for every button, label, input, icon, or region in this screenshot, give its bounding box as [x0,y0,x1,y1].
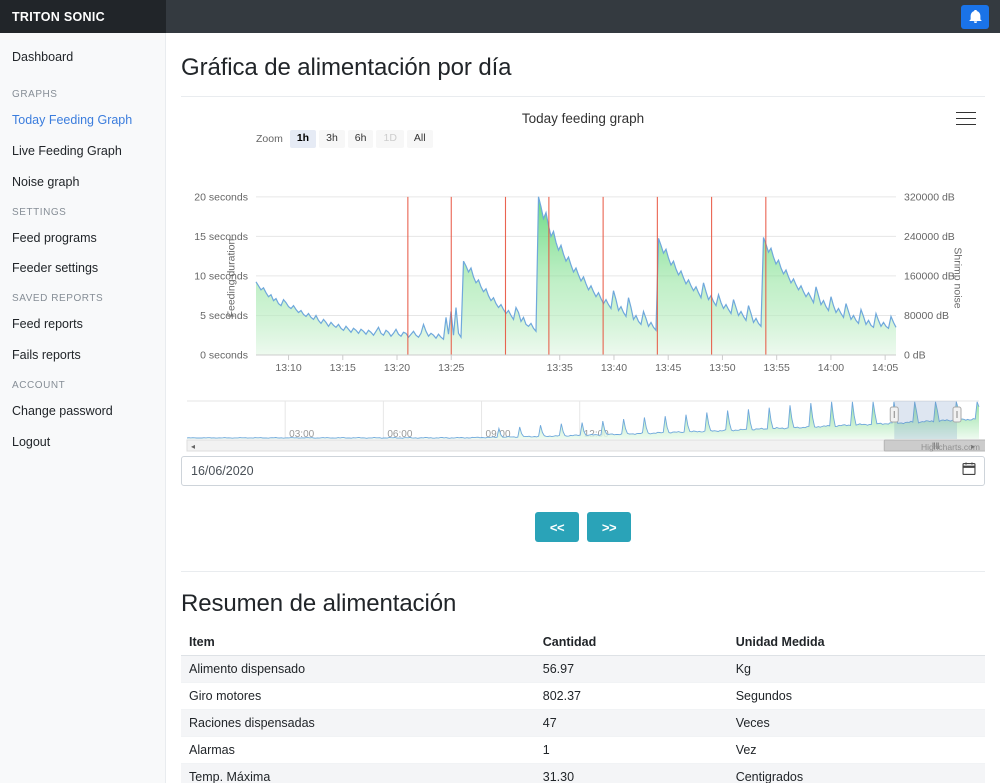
sidebar-item-noise-graph[interactable]: Noise graph [0,167,165,198]
cell-item: Alimento dispensado [181,655,535,683]
column-header-cantidad: Cantidad [534,629,728,656]
table-row: Alarmas 1 Vez [181,736,985,764]
navigator-svg: 03:0006:0009:0012:00‖‖◂▸ [186,400,985,452]
svg-text:15 seconds: 15 seconds [194,231,248,243]
zoom-button-1h[interactable]: 1h [289,130,317,148]
chart-plot-area[interactable]: Feeding duration Shrimp noise 13:10 13:15… [181,159,985,397]
cell-unidad: Segundos [727,682,985,710]
calendar-icon[interactable] [962,462,976,481]
sidebar-item-logout[interactable]: Logout [0,427,165,458]
bell-icon [968,10,982,23]
cell-item: Raciones dispensadas [181,709,535,737]
svg-text:13:40: 13:40 [601,362,627,374]
table-body: Alimento dispensado 56.97 Kg Giro motores 80… [181,655,985,783]
cell-cantidad: 1 [534,736,728,764]
sidebar-item-today-feeding-graph[interactable]: Today Feeding Graph [0,105,165,136]
sidebar-item-dashboard[interactable]: Dashboard [0,42,165,73]
svg-text:13:45: 13:45 [655,362,681,374]
svg-text:5 seconds: 5 seconds [200,310,248,322]
svg-text:13:15: 13:15 [330,362,356,374]
table-head: Item Cantidad Unidad Medida [181,629,985,656]
sidebar: Dashboard GRAPHS Today Feeding Graph Liv… [0,33,166,783]
sidebar-header-account: ACCOUNT [12,380,66,391]
zoom-label: Zoom [256,132,283,145]
next-day-button[interactable]: >> [587,512,631,542]
svg-text:240000 dB: 240000 dB [904,231,955,243]
zoom-button-6h[interactable]: 6h [347,130,374,148]
main-content: Gráfica de alimentación por día Today fe… [166,33,1000,783]
zoom-button-1d: 1D [376,130,404,148]
cell-unidad: Vez [727,736,985,764]
sidebar-item-live-feeding-graph[interactable]: Live Feeding Graph [0,136,165,167]
svg-text:10 seconds: 10 seconds [194,270,248,282]
top-navigation-bar: TRITON SONIC [0,0,1000,33]
zoom-button-3h[interactable]: 3h [319,130,345,148]
date-input-value: 16/06/2020 [191,464,254,478]
feeding-summary-table: Item Cantidad Unidad Medida Alimento dis… [181,629,985,783]
table-row: Giro motores 802.37 Segundos [181,682,985,710]
cell-cantidad: 47 [534,709,728,737]
svg-text:13:20: 13:20 [384,362,410,374]
cell-cantidad: 802.37 [534,682,728,710]
svg-text:14:05: 14:05 [872,362,898,374]
chart-title: Today feeding graph [521,111,645,126]
cell-item: Alarmas [181,736,535,764]
svg-text:0 dB: 0 dB [904,350,926,362]
svg-text:13:50: 13:50 [709,362,735,374]
svg-text:14:00: 14:00 [818,362,844,374]
previous-day-button[interactable]: << [535,512,579,542]
table-row: Temp. Máxima 31.30 Centigrados [181,763,985,783]
chart-svg: 13:10 13:15 13:20 13:25 13:35 13:40 13:45 13:50… [194,191,955,374]
sidebar-header-settings: SETTINGS [12,206,67,218]
svg-text:320000 dB: 320000 dB [904,191,955,203]
svg-text:80000 dB: 80000 dB [904,310,949,322]
date-picker-row: 16/06/2020 [181,456,985,486]
hamburger-menu-icon[interactable] [954,109,978,127]
sidebar-item-feed-programs[interactable]: Feed programs [0,223,165,254]
cell-cantidad: 31.30 [534,763,728,783]
date-navigation-buttons: << >> [166,512,1000,542]
table-header-row: Item Cantidad Unidad Medida [181,629,985,656]
cell-cantidad: 56.97 [534,655,728,683]
svg-text:160000 dB: 160000 dB [904,270,955,282]
sidebar-item-feed-reports[interactable]: Feed reports [0,309,165,340]
cell-item: Temp. Máxima [181,763,535,783]
summary-title: Resumen de alimentación [181,590,457,617]
svg-text:13:25: 13:25 [438,362,464,374]
cell-item: Giro motores [181,682,535,710]
column-header-item: Item [181,629,535,656]
svg-text:0 seconds: 0 seconds [200,350,248,362]
zoom-range-selector: Zoom 1h 3h 6h 1D All [256,130,433,148]
zoom-button-all[interactable]: All [406,130,433,148]
chart-navigator[interactable]: 03:0006:0009:0012:00‖‖◂▸ Highcharts.com [181,397,985,453]
highcharts-credits[interactable]: Highcharts.com [921,442,980,452]
svg-text:13:35: 13:35 [547,362,573,374]
cell-unidad: Veces [727,709,985,737]
sidebar-item-fails-reports[interactable]: Fails reports [0,340,165,371]
svg-text:13:55: 13:55 [764,362,790,374]
svg-text:20 seconds: 20 seconds [194,191,248,203]
table-row: Raciones dispensadas 47 Veces [181,709,985,737]
sidebar-header-graphs: GRAPHS [12,88,58,100]
sidebar-item-change-password[interactable]: Change password [0,396,165,427]
notifications-button[interactable] [961,4,989,29]
date-input[interactable]: 16/06/2020 [181,456,985,486]
column-header-unidad-medida: Unidad Medida [727,629,985,656]
cell-unidad: Kg [727,655,985,683]
table-row: Alimento dispensado 56.97 Kg [181,655,985,683]
feeding-chart-card: Today feeding graph Zoom 1h 3h 6h 1D All… [181,97,985,452]
svg-text:◂: ◂ [191,442,195,451]
svg-text:13:10: 13:10 [275,362,301,374]
sidebar-item-feeder-settings[interactable]: Feeder settings [0,253,165,284]
app-brand: TRITON SONIC [0,0,166,33]
cell-unidad: Centigrados [727,763,985,783]
page-title: Gráfica de alimentación por día [181,54,512,81]
sidebar-header-saved-reports: SAVED REPORTS [12,293,104,305]
